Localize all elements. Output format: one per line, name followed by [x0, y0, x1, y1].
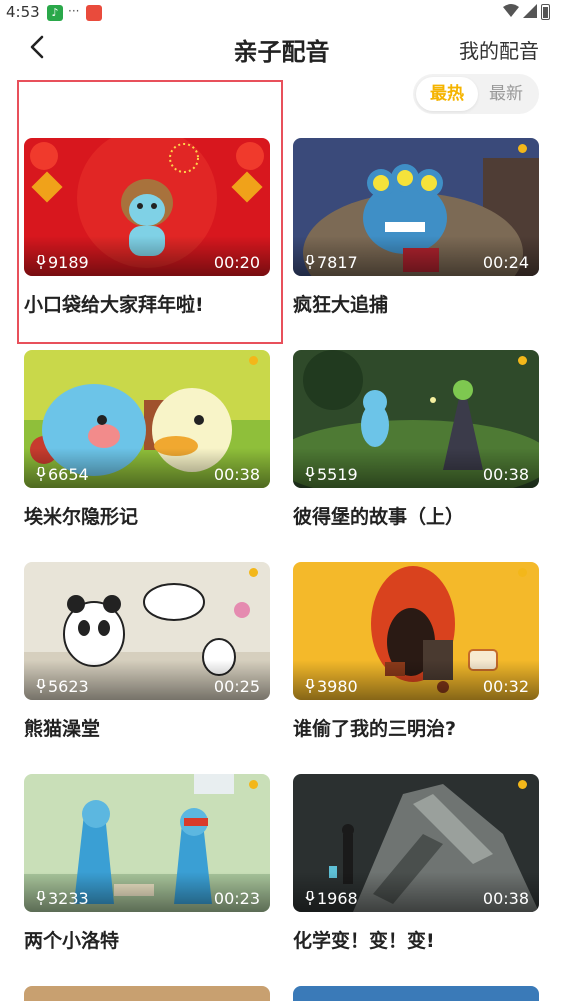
video-title: 两个小洛特 [24, 930, 120, 952]
video-title: 疯狂大追捕 [293, 294, 389, 316]
play-count: 3233 [36, 889, 89, 908]
play-count: 7817 [305, 253, 358, 272]
app-header: 亲子配音 我的配音 [0, 26, 563, 70]
video-title: 埃米尔隐形记 [24, 506, 139, 528]
channel-logo-icon [518, 144, 529, 154]
microphone-icon [36, 467, 46, 481]
app-notification-icon: ♪ [47, 5, 63, 21]
play-count: 3980 [305, 677, 358, 696]
microphone-icon [305, 467, 315, 481]
video-thumbnail[interactable]: 3233 00:23 [24, 774, 270, 912]
status-bar: 4:53 ♪ ··· [0, 0, 563, 26]
video-thumbnail[interactable]: 6654 00:38 [24, 350, 270, 488]
play-count: 5623 [36, 677, 89, 696]
video-title: 小口袋给大家拜年啦! [24, 294, 204, 316]
video-duration: 00:38 [482, 465, 529, 484]
video-thumbnail-partial[interactable] [24, 986, 270, 1001]
wifi-icon [503, 4, 519, 17]
video-thumbnail[interactable]: 5519 00:38 [293, 350, 539, 488]
more-notifications-icon: ··· [68, 4, 80, 18]
video-title: 谁偷了我的三明治? [293, 718, 457, 740]
play-count: 6654 [36, 465, 89, 484]
video-duration: 00:32 [482, 677, 529, 696]
microphone-icon [305, 255, 315, 269]
microphone-icon [305, 679, 315, 693]
microphone-icon [305, 891, 315, 905]
play-count: 5519 [305, 465, 358, 484]
video-duration: 00:24 [482, 253, 529, 272]
video-thumbnail[interactable]: 7817 00:24 [293, 138, 539, 276]
channel-logo-icon [249, 568, 260, 578]
signal-icon [523, 4, 537, 18]
sort-toggle: 最热 最新 [413, 74, 539, 114]
channel-logo-icon [249, 780, 260, 790]
microphone-icon [36, 679, 46, 693]
channel-logo-icon [518, 356, 529, 366]
video-duration: 00:23 [213, 889, 260, 908]
video-title: 化学变！变！变! [293, 930, 435, 952]
microphone-icon [36, 255, 46, 269]
video-duration: 00:20 [213, 253, 260, 272]
video-thumbnail[interactable]: 3980 00:32 [293, 562, 539, 700]
channel-logo-icon [249, 356, 260, 366]
sort-latest-tab[interactable]: 最新 [475, 77, 537, 111]
video-duration: 00:25 [213, 677, 260, 696]
video-thumbnail[interactable]: 5623 00:25 [24, 562, 270, 700]
play-count: 1968 [305, 889, 358, 908]
battery-icon [541, 4, 550, 20]
shop-notification-icon [86, 5, 102, 21]
play-count: 9189 [36, 253, 89, 272]
video-thumbnail-partial[interactable] [293, 986, 539, 1001]
channel-logo-icon [518, 568, 529, 578]
video-thumbnail[interactable]: 1968 00:38 [293, 774, 539, 912]
sort-hot-tab[interactable]: 最热 [416, 77, 478, 111]
channel-logo-icon [518, 780, 529, 790]
video-thumbnail[interactable]: 9189 00:20 [24, 138, 270, 276]
status-time: 4:53 [6, 3, 40, 21]
my-dubbing-link[interactable]: 我的配音 [459, 35, 539, 64]
video-title: 熊猫澡堂 [24, 718, 101, 740]
video-title: 彼得堡的故事（上） [293, 506, 465, 528]
microphone-icon [36, 891, 46, 905]
video-duration: 00:38 [213, 465, 260, 484]
video-duration: 00:38 [482, 889, 529, 908]
